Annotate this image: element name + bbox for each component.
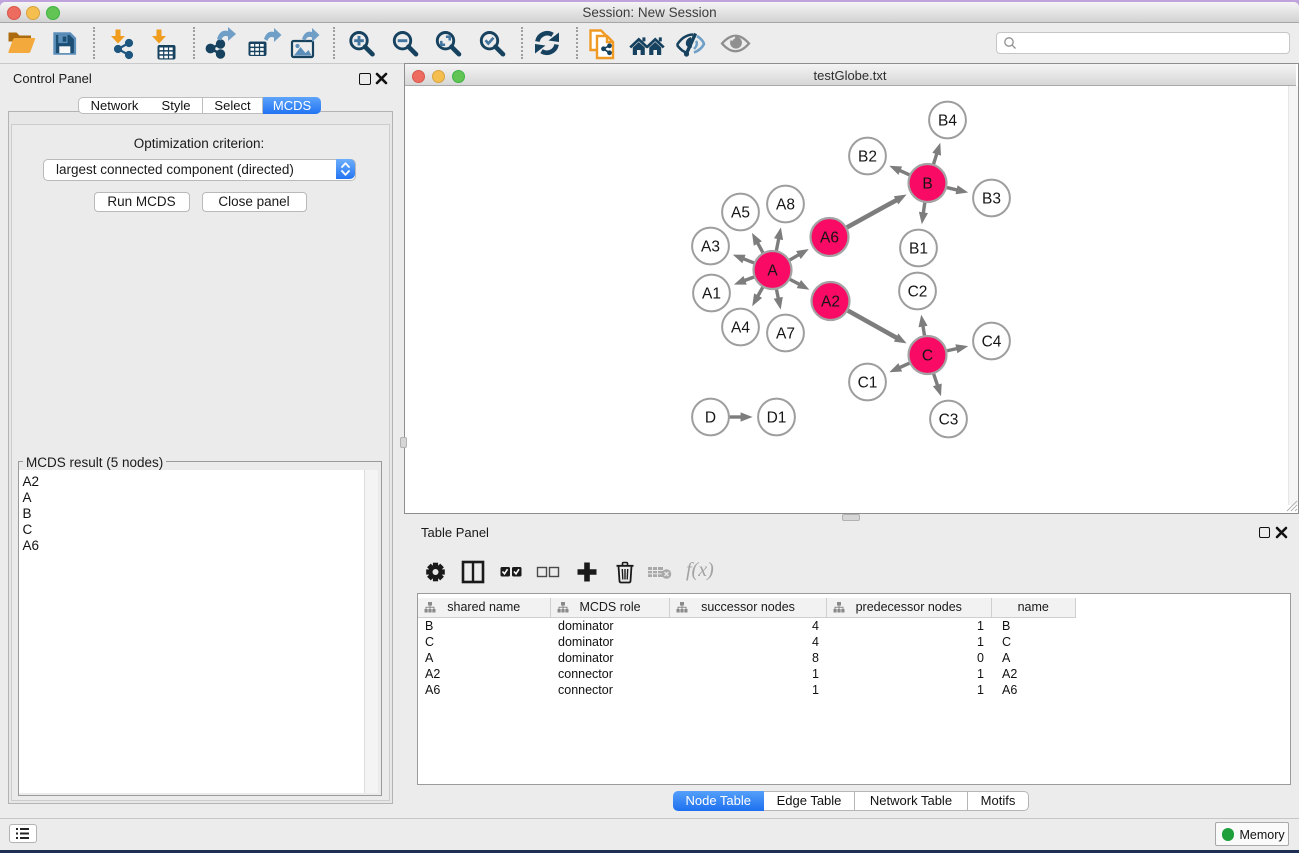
svg-text:C1: C1 [857, 375, 877, 392]
svg-text:A4: A4 [731, 320, 750, 337]
svg-text:B: B [922, 176, 932, 193]
svg-text:B1: B1 [909, 241, 928, 258]
svg-text:A: A [767, 263, 778, 280]
svg-text:A5: A5 [731, 205, 750, 222]
svg-text:A2: A2 [821, 294, 840, 311]
svg-text:C4: C4 [981, 334, 1001, 351]
svg-text:D: D [704, 410, 715, 427]
svg-text:C3: C3 [938, 412, 958, 429]
svg-text:A3: A3 [701, 239, 720, 256]
svg-text:A1: A1 [702, 286, 721, 303]
svg-text:B2: B2 [858, 149, 877, 166]
svg-text:C2: C2 [907, 284, 927, 301]
svg-text:B4: B4 [938, 113, 957, 130]
svg-text:B3: B3 [982, 191, 1001, 208]
svg-text:A6: A6 [820, 230, 839, 247]
svg-text:A8: A8 [776, 197, 795, 214]
svg-text:A7: A7 [776, 326, 795, 343]
svg-text:D1: D1 [766, 410, 786, 427]
svg-text:C: C [921, 348, 932, 365]
